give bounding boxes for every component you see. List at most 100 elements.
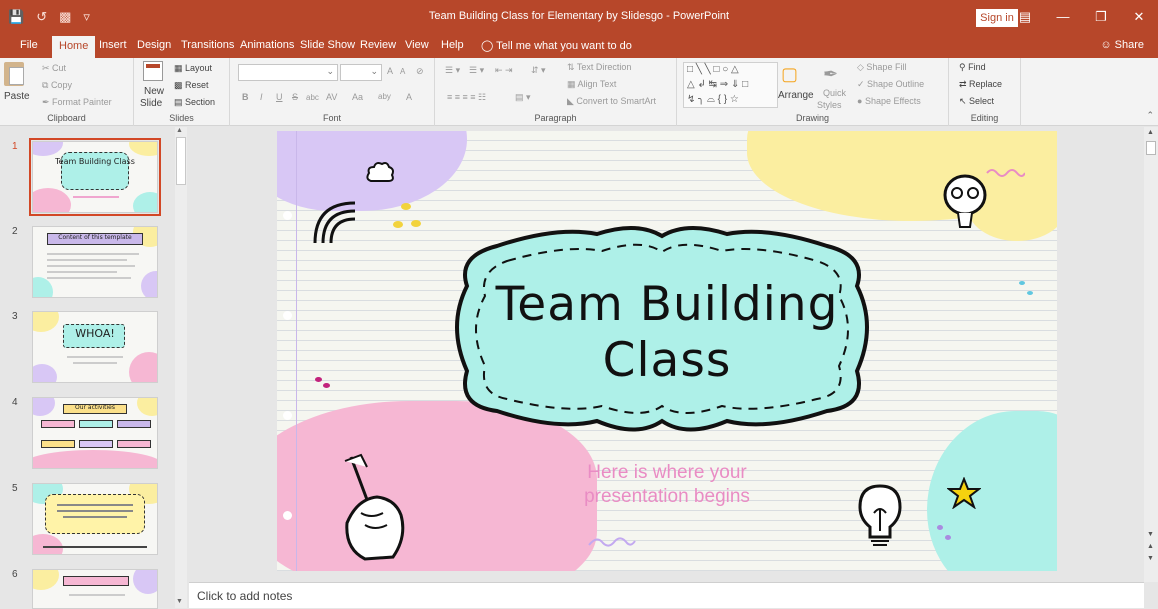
thumbnail-scrollbar[interactable]: ▲ ▼	[175, 127, 187, 608]
close-icon[interactable]: ✕	[1120, 0, 1158, 34]
strikethrough-button[interactable]: S	[292, 92, 298, 102]
tab-transitions[interactable]: Transitions	[181, 39, 234, 51]
tab-help[interactable]: Help	[441, 39, 464, 51]
replace-button[interactable]: ⇄ Replace	[959, 79, 1002, 90]
slide-thumbnail-2[interactable]: Content of this template	[32, 226, 158, 298]
font-group: ⌄ ⌄ A A ⊘ B I U S abc AV Aa aby A Font	[230, 58, 435, 126]
bold-button[interactable]: B	[242, 92, 249, 102]
slide-number: 1	[12, 141, 18, 152]
paste-button[interactable]: Paste	[4, 91, 30, 102]
tab-view[interactable]: View	[405, 39, 429, 51]
restore-icon[interactable]: ❐	[1082, 0, 1120, 34]
select-button[interactable]: ↖ Select	[959, 96, 994, 107]
shrink-font-button[interactable]: A	[400, 67, 405, 76]
tab-review[interactable]: Review	[360, 39, 396, 51]
find-button[interactable]: ⚲ Find	[959, 62, 986, 73]
slide-thumbnail-1[interactable]: Team Building Class	[29, 138, 161, 216]
tab-slide-show[interactable]: Slide Show	[300, 39, 355, 51]
numbering-icon[interactable]: ☰ ▾	[469, 65, 484, 76]
convert-smartart-button[interactable]: ◣ Convert to SmartArt	[567, 96, 656, 107]
scroll-down-icon[interactable]: ▼	[1147, 531, 1154, 538]
clear-format-icon[interactable]: ⊘	[416, 66, 424, 77]
smartart-icon: ◣	[567, 96, 577, 106]
scroll-up-icon[interactable]: ▲	[1147, 129, 1154, 136]
tab-home[interactable]: Home	[52, 36, 96, 58]
copy-button[interactable]: ⧉ Copy	[42, 80, 72, 91]
ribbon-display-icon[interactable]: ▤	[1006, 0, 1044, 34]
tell-me-box[interactable]: ◯ Tell me what you want to do	[481, 39, 632, 52]
shape-fill-button[interactable]: ◇ Shape Fill	[857, 62, 906, 73]
underline-button[interactable]: U	[276, 92, 283, 102]
cloud-icon	[366, 162, 394, 182]
tab-file[interactable]: File	[20, 39, 38, 51]
tab-animations[interactable]: Animations	[240, 39, 294, 51]
quick-styles-icon[interactable]: ✒	[823, 64, 838, 85]
collapse-ribbon-icon[interactable]: ⌃	[1146, 110, 1154, 121]
teal-dot	[1027, 291, 1033, 295]
shape-effects-button[interactable]: ● Shape Effects	[857, 96, 921, 106]
columns-icon[interactable]: ▤ ▾	[515, 92, 531, 103]
format-painter-button[interactable]: ✒ Format Painter	[42, 97, 112, 108]
change-case-button[interactable]: Aa	[352, 92, 363, 102]
scroll-thumb[interactable]	[1146, 141, 1156, 155]
font-size-box[interactable]: ⌄	[340, 64, 382, 81]
prev-slide-icon[interactable]: ▲	[1147, 543, 1154, 550]
highlight-button[interactable]: aby	[378, 92, 391, 101]
slide-number: 2	[12, 226, 18, 237]
window-controls: ▤ — ❐ ✕	[1006, 0, 1158, 34]
font-color-button[interactable]: A	[406, 92, 412, 102]
paragraph-group: ☰ ▾ ☰ ▾ ⇤ ⇥ ⇵ ▾ ≡ ≡ ≡ ≡ ☷ ▤ ▾ ⇅ Text Dir…	[435, 58, 677, 126]
minimize-icon[interactable]: —	[1044, 0, 1082, 34]
arrange-button[interactable]: Arrange	[778, 90, 814, 101]
editor-scrollbar[interactable]: ▲ ▼ ▲ ▼	[1144, 127, 1158, 582]
thumb-title: Team Building Class	[55, 157, 135, 166]
scroll-thumb[interactable]	[176, 137, 186, 185]
layout-button[interactable]: ▦ Layout	[174, 63, 212, 74]
quick-styles-label2: Styles	[817, 100, 842, 110]
tab-insert[interactable]: Insert	[99, 39, 127, 51]
paste-icon[interactable]	[4, 62, 24, 86]
slide-title-line1[interactable]: Team Building	[277, 279, 1057, 331]
hand-pencil-icon	[344, 453, 405, 561]
slide-thumbnail-4[interactable]: Our activities	[32, 397, 158, 469]
slide-subtitle-line1[interactable]: Here is where your	[467, 461, 867, 484]
scroll-down-icon[interactable]: ▼	[176, 598, 183, 605]
next-slide-icon[interactable]: ▼	[1147, 555, 1154, 562]
slide-canvas[interactable]: Team Building Class Here is where your p…	[277, 131, 1057, 571]
font-label: Font	[322, 113, 341, 123]
shape-outline-button[interactable]: ✓ Shape Outline	[857, 79, 924, 90]
shadow-button[interactable]: abc	[306, 93, 319, 102]
slide-thumbnail-6[interactable]	[32, 569, 158, 609]
slide-thumbnail-5[interactable]	[32, 483, 158, 555]
slide-title-line2[interactable]: Class	[277, 335, 1057, 387]
arrange-icon[interactable]: ▢	[781, 64, 798, 85]
section-button[interactable]: ▤ Section	[174, 97, 215, 108]
notebook-hole	[283, 211, 292, 220]
grow-font-button[interactable]: A	[387, 66, 393, 76]
spacing-button[interactable]: AV	[326, 92, 337, 102]
share-button[interactable]: ☺ Share	[1100, 39, 1144, 51]
notebook-hole	[283, 411, 292, 420]
cut-button[interactable]: ✂ Cut	[42, 63, 66, 74]
line-spacing-icon[interactable]: ⇵ ▾	[531, 65, 546, 76]
new-slide-icon[interactable]	[143, 61, 163, 81]
italic-button[interactable]: I	[260, 92, 263, 102]
align-text-button[interactable]: ▦ Align Text	[567, 79, 616, 90]
tab-design[interactable]: Design	[137, 39, 171, 51]
scroll-up-icon[interactable]: ▲	[176, 127, 183, 134]
shapes-gallery[interactable]: □ ╲ ╲ □ ○ △ △ ↲ ↹ ⇒ ⇓ □ ↯ ╮ ⌓ { } ☆	[683, 62, 778, 108]
notes-pane[interactable]: Click to add notes	[189, 582, 1144, 608]
text-direction-button[interactable]: ⇅ Text Direction	[567, 62, 631, 73]
slide-subtitle-line2[interactable]: presentation begins	[467, 485, 867, 508]
font-name-box[interactable]: ⌄	[238, 64, 338, 81]
indent-icon[interactable]: ⇤ ⇥	[495, 65, 513, 76]
slide-thumbnail-3[interactable]: WHOA!	[32, 311, 158, 383]
align-icons[interactable]: ≡ ≡ ≡ ≡ ☷	[447, 92, 486, 103]
lightbulb-icon: ◯	[481, 40, 497, 52]
quick-styles-button[interactable]: Quick	[823, 88, 846, 98]
bullets-icon[interactable]: ☰ ▾	[445, 65, 460, 76]
skull-balloon-icon	[943, 174, 987, 228]
new-slide-button[interactable]: New	[144, 86, 164, 97]
drawing-group: □ ╲ ╲ □ ○ △ △ ↲ ↹ ⇒ ⇓ □ ↯ ╮ ⌓ { } ☆ ▢ Ar…	[677, 58, 949, 126]
reset-button[interactable]: ▩ Reset	[174, 80, 209, 91]
